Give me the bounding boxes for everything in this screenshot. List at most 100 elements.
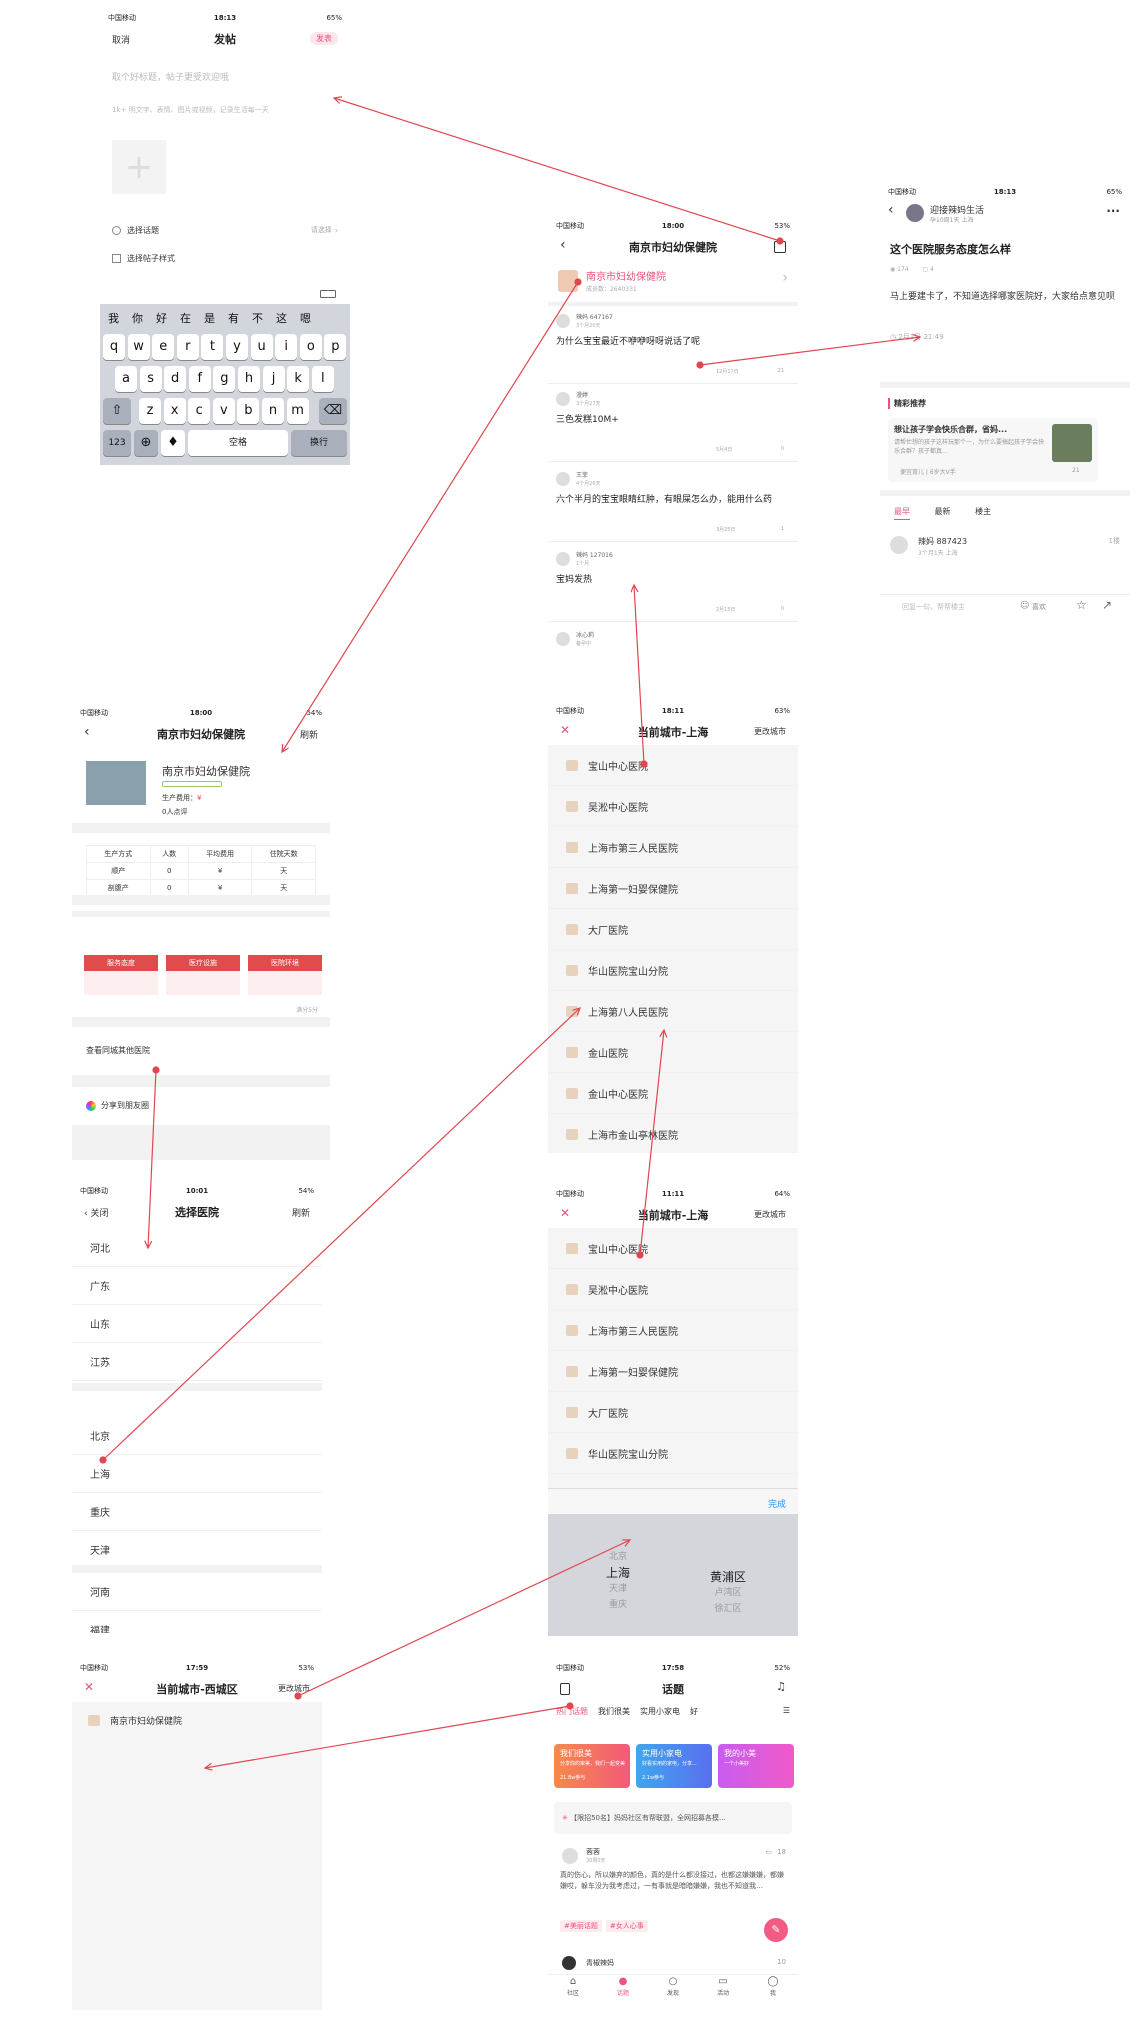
- key[interactable]: a: [115, 366, 137, 392]
- bottom-tab-2[interactable]: ○ 发现: [648, 1975, 698, 2000]
- hospital-row[interactable]: 华山医院宝山分院: [548, 950, 798, 991]
- choose-style-row[interactable]: 选择帖子样式: [112, 253, 175, 264]
- tab-latest[interactable]: 最新: [935, 507, 951, 516]
- done-button[interactable]: 完成: [768, 1497, 786, 1510]
- cancel-button[interactable]: 取消: [112, 33, 130, 46]
- topic-card[interactable]: 我们很美 分享你的审美，我们一起变美 21.8w参与: [554, 1744, 630, 1788]
- key[interactable]: o: [299, 334, 322, 360]
- key[interactable]: t: [201, 334, 224, 360]
- key[interactable]: g: [213, 366, 236, 392]
- province-row[interactable]: 河北: [72, 1229, 322, 1267]
- hospital-row[interactable]: 金山中心医院: [548, 1073, 798, 1114]
- rating-category-button[interactable]: 医疗设施: [166, 955, 240, 971]
- menu-icon[interactable]: ☰: [783, 1706, 790, 1730]
- more-icon[interactable]: ···: [1106, 204, 1120, 218]
- key[interactable]: s: [139, 366, 162, 392]
- province-row[interactable]: 山东: [72, 1305, 322, 1343]
- fab-compose-button[interactable]: ✎: [764, 1918, 788, 1942]
- key[interactable]: b: [237, 398, 260, 424]
- topic-post[interactable]: 蓉蓉 30周0天 ▭ 18 真的伤心，所以嫌弃的颜色，真的是什么都没接过，也都这…: [556, 1846, 790, 1946]
- key[interactable]: v: [212, 398, 235, 424]
- second-post[interactable]: 青椒辣妈 10: [556, 1956, 790, 1972]
- picker-option[interactable]: 重庆: [578, 1597, 658, 1613]
- key[interactable]: i: [275, 334, 298, 360]
- hospital-row[interactable]: 宝山中心医院: [548, 745, 798, 786]
- post-item[interactable]: 辣妈 127016 1个月 宝妈发热 2月15日 0: [548, 548, 798, 622]
- suggestion-key[interactable]: 有: [228, 310, 239, 326]
- shift-key[interactable]: ⇧: [103, 398, 131, 424]
- bottom-tab-1[interactable]: ● 话题: [598, 1975, 648, 2000]
- close-icon[interactable]: ✕: [84, 1680, 94, 1694]
- district-column[interactable]: 黄浦区 卢湾区 徐汇区: [688, 1569, 768, 1617]
- backspace-key[interactable]: ⌫: [319, 398, 347, 424]
- hospital-row[interactable]: 南京市妇幼保健院: [72, 1702, 322, 1738]
- hospital-row[interactable]: 上海第一妇婴保健院: [548, 868, 798, 909]
- key[interactable]: w: [127, 334, 150, 360]
- hospital-row[interactable]: 大厂医院: [548, 909, 798, 950]
- suggestion-key[interactable]: 这: [276, 310, 287, 326]
- key[interactable]: y: [226, 334, 248, 360]
- keyboard-toggle-icon[interactable]: [320, 290, 336, 298]
- post-item[interactable]: 漫婷 3个月27天 三色发糕10M+ 5月4日 0: [548, 388, 798, 462]
- key[interactable]: z: [139, 398, 161, 424]
- bottom-tab-4[interactable]: ◯ 我: [748, 1975, 798, 2000]
- key[interactable]: q: [103, 334, 125, 360]
- province-row[interactable]: 福建: [72, 1611, 322, 1633]
- back-icon[interactable]: ‹: [560, 237, 566, 253]
- picker-option[interactable]: 徐汇区: [688, 1601, 768, 1617]
- change-city-button[interactable]: 更改城市: [754, 726, 786, 737]
- key[interactable]: h: [238, 366, 260, 392]
- back-icon[interactable]: ‹: [84, 724, 90, 740]
- like-label[interactable]: 喜欢: [1032, 602, 1046, 612]
- return-key[interactable]: 换行: [291, 430, 347, 456]
- key[interactable]: j: [262, 366, 285, 392]
- tab-appliances[interactable]: 实用小家电: [640, 1706, 680, 1730]
- key[interactable]: n: [262, 398, 284, 424]
- hospital-row[interactable]: 吴淞中心医院: [548, 786, 798, 827]
- choose-topic-row[interactable]: 选择话题 请选择 ›: [112, 220, 338, 240]
- globe-icon[interactable]: ⊕: [134, 430, 158, 456]
- province-row[interactable]: 重庆: [72, 1493, 322, 1531]
- post-item[interactable]: 冰心莉 备孕中: [548, 628, 798, 668]
- hospital-row[interactable]: 上海市第三人民医院: [548, 1310, 798, 1351]
- suggestion-key[interactable]: 是: [204, 310, 215, 326]
- numbers-key[interactable]: 123: [103, 430, 131, 456]
- hospital-header[interactable]: 南京市妇幼保健院 成员数：2640331 ›: [548, 262, 798, 306]
- province-column[interactable]: 北京 上海 天津 重庆: [578, 1549, 658, 1613]
- hospital-row[interactable]: 金山医院: [548, 1032, 798, 1073]
- recommend-card[interactable]: 想让孩子学会快乐合群，省妈... 请帮忙想的孩子这样玩那个一，为什么要搞起孩子学…: [888, 418, 1098, 482]
- hospital-icon[interactable]: [560, 1683, 570, 1695]
- key[interactable]: f: [188, 366, 211, 392]
- refresh-button[interactable]: 刷新: [300, 728, 318, 741]
- notice-banner[interactable]: ✳ 【限招50名】妈妈社区有帮联盟，全网招募各模...: [554, 1802, 792, 1834]
- close-button[interactable]: ‹ 关闭: [84, 1206, 108, 1219]
- close-icon[interactable]: ✕: [560, 723, 570, 737]
- tab-op[interactable]: 楼主: [975, 507, 991, 516]
- change-city-button[interactable]: 更改城市: [278, 1683, 310, 1694]
- refresh-button[interactable]: 刷新: [292, 1206, 310, 1219]
- rating-category-button[interactable]: 医院环境: [248, 955, 322, 971]
- close-icon[interactable]: ✕: [560, 1206, 570, 1220]
- picker-option[interactable]: 北京: [578, 1549, 658, 1565]
- post-tag[interactable]: #女人心事: [605, 1920, 648, 1932]
- change-city-button[interactable]: 更改城市: [754, 1209, 786, 1220]
- tab-good[interactable]: 好: [690, 1706, 698, 1730]
- key[interactable]: x: [163, 398, 186, 424]
- tab-hot-topics[interactable]: 热门话题: [556, 1706, 588, 1730]
- tab-earliest[interactable]: 最早: [894, 507, 910, 520]
- tab-beautiful[interactable]: 我们很美: [598, 1706, 630, 1730]
- topic-card[interactable]: 我的小美 一个小美好: [718, 1744, 794, 1788]
- bottom-tab-3[interactable]: ▭ 活动: [698, 1975, 748, 2000]
- back-icon[interactable]: ‹: [888, 202, 894, 218]
- reply-input[interactable]: 回复一句，帮帮楼主: [902, 602, 965, 612]
- hospital-row[interactable]: 上海市金山亭林医院: [548, 1114, 798, 1153]
- key[interactable]: m: [286, 398, 309, 424]
- post-item[interactable]: 王菲 4个月26天 六个半月的宝宝眼睛红肿，有眼屎怎么办，能用什么药 3月25日 1: [548, 468, 798, 542]
- key[interactable]: r: [176, 334, 199, 360]
- suggestion-key[interactable]: 我: [108, 310, 119, 326]
- hospital-row[interactable]: 宝山中心医院: [548, 1228, 798, 1269]
- province-row[interactable]: 北京: [72, 1417, 322, 1455]
- suggestion-key[interactable]: 好: [156, 310, 167, 326]
- province-row[interactable]: 河南: [72, 1573, 322, 1611]
- topic-card[interactable]: 实用小家电 好看实用的家电，分享... 2.1w参与: [636, 1744, 712, 1788]
